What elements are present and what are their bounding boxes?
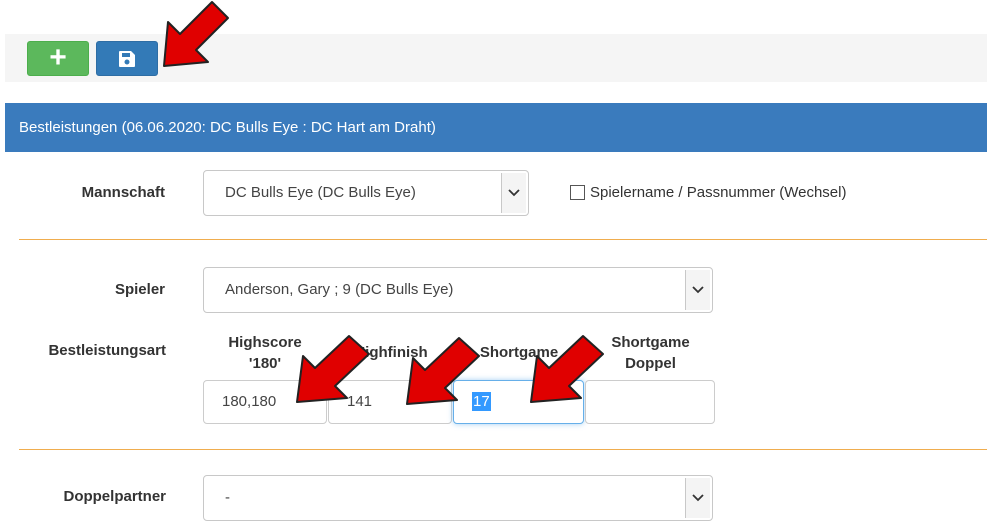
shortgame-input[interactable]: 17 [453, 380, 584, 424]
doppelpartner-select[interactable]: - [203, 475, 713, 521]
highfinish-input[interactable]: 141 [328, 380, 452, 424]
wechsel-label: Spielername / Passnummer (Wechsel) [590, 184, 847, 201]
highscore-header: Highscore '180' [228, 334, 302, 372]
mannschaft-select[interactable]: DC Bulls Eye (DC Bulls Eye) [203, 170, 529, 216]
spieler-select[interactable]: Anderson, Gary ; 9 (DC Bulls Eye) [203, 267, 713, 313]
mannschaft-label: Mannschaft [81, 184, 165, 201]
spieler-label: Spieler [114, 281, 165, 298]
doppelpartner-label: Doppelpartner [63, 488, 166, 505]
plus-icon: + [49, 40, 67, 74]
highscore-input[interactable]: 180,180 [203, 380, 327, 424]
divider [19, 239, 987, 240]
panel-title: Bestleistungen (06.06.2020: DC Bulls Eye… [5, 103, 987, 152]
shortgame-header: Shortgame [479, 344, 559, 361]
shortgame-value: 17 [472, 392, 491, 411]
highfinish-header: Highfinish [354, 344, 428, 361]
divider [19, 449, 987, 450]
shortgame-doppel-header: Shortgame Doppel [611, 334, 690, 372]
save-button[interactable] [96, 41, 158, 76]
chevron-down-icon [685, 478, 710, 518]
wechsel-checkbox[interactable] [570, 185, 585, 200]
floppy-disk-icon [119, 50, 135, 67]
bestleistungsart-label: Bestleistungsart [48, 342, 166, 359]
spieler-value: Anderson, Gary ; 9 (DC Bulls Eye) [225, 281, 454, 298]
chevron-down-icon [501, 173, 526, 213]
doppelpartner-value: - [225, 489, 230, 506]
chevron-down-icon [685, 270, 710, 310]
shortgame-doppel-input[interactable] [585, 380, 715, 424]
add-button[interactable]: + [27, 41, 89, 76]
wechsel-checkbox-group[interactable]: Spielername / Passnummer (Wechsel) [570, 184, 846, 201]
mannschaft-value: DC Bulls Eye (DC Bulls Eye) [225, 184, 416, 201]
